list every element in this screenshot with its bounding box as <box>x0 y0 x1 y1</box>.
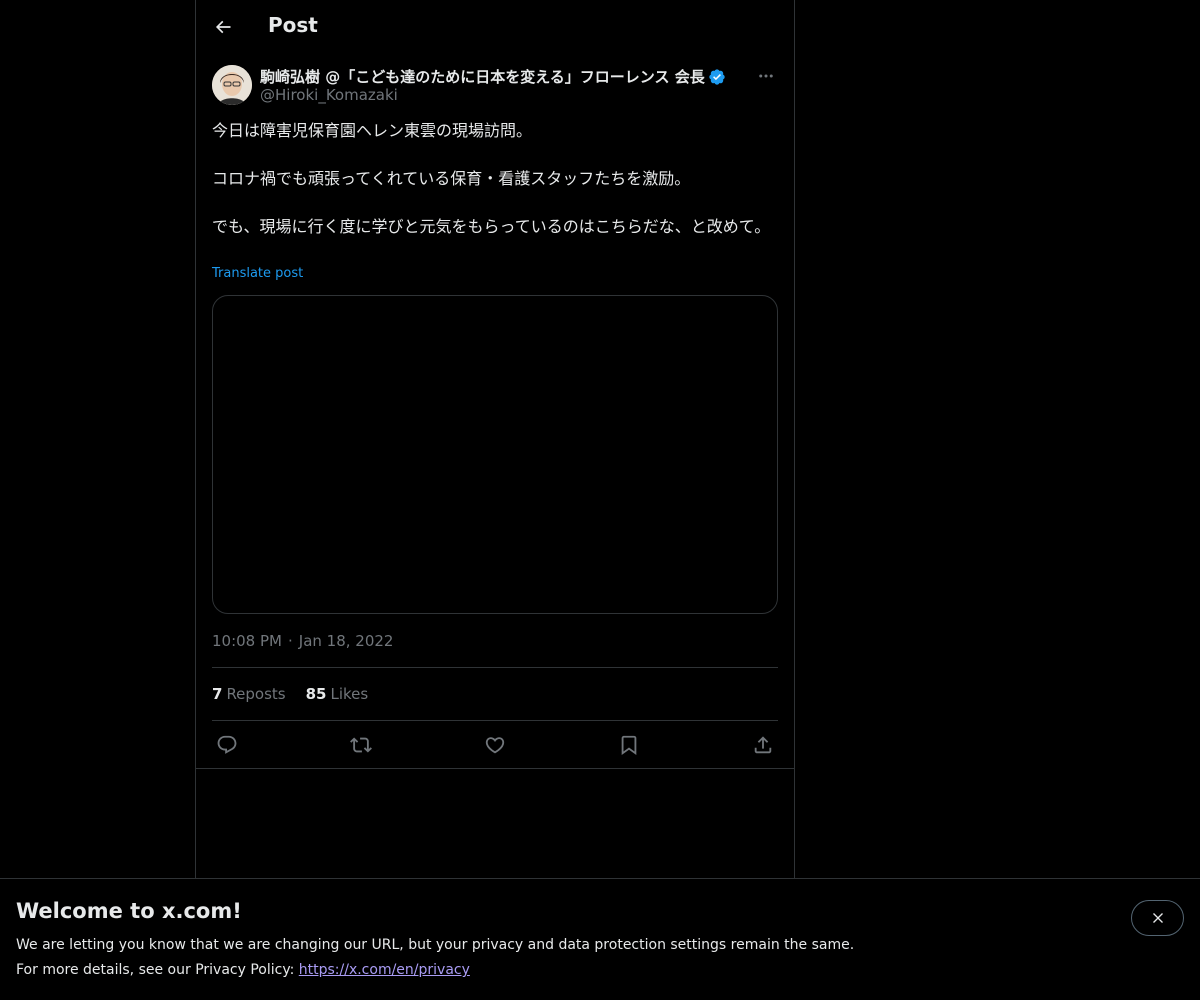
post-line: でも、現場に行く度に学びと元気をもらっているのはこちらだな、と改めて。 <box>212 217 771 236</box>
bookmark-icon <box>621 735 637 756</box>
repost-icon <box>350 737 372 753</box>
repost-button[interactable] <box>347 731 375 759</box>
reposts-stat[interactable]: 7 Reposts <box>212 685 286 703</box>
bookmark-button[interactable] <box>615 731 643 759</box>
back-arrow-icon <box>215 20 231 34</box>
banner-details: For more details, see our Privacy Policy… <box>16 962 470 978</box>
share-icon <box>754 736 772 754</box>
divider <box>196 768 794 769</box>
handle[interactable]: @Hiroki_Komazaki <box>260 86 398 104</box>
avatar-image <box>212 65 252 105</box>
likes-count: 85 <box>305 685 327 703</box>
share-button[interactable] <box>749 731 777 759</box>
close-icon <box>1152 913 1163 923</box>
welcome-banner: Welcome to x.com! We are letting you kno… <box>0 878 1200 1000</box>
likes-stat[interactable]: 85 Likes <box>306 685 369 703</box>
back-button[interactable] <box>206 10 240 44</box>
reply-button[interactable] <box>213 731 241 759</box>
post-line: 今日は障害児保育園ヘレン東雲の現場訪問。 <box>212 121 533 140</box>
more-icon <box>759 74 773 78</box>
author-row: 駒崎弘樹 @「こども達のために日本を変える」フローレンス 会長 @Hiroki_… <box>212 64 778 108</box>
display-name[interactable]: 駒崎弘樹 @「こども達のために日本を変える」フローレンス 会長 <box>260 66 705 87</box>
reply-icon <box>217 735 237 754</box>
like-icon <box>485 737 505 754</box>
main-column: Post 駒崎弘樹 @「こども達のために日本を変える」フローレンス 会長 @Hi… <box>195 0 795 1000</box>
banner-message: We are letting you know that we are chan… <box>16 937 855 953</box>
translate-post-link[interactable]: Translate post <box>212 266 303 281</box>
reposts-label: Reposts <box>226 685 286 703</box>
post-text: 今日は障害児保育園ヘレン東雲の現場訪問。 コロナ禍でも頑張ってくれている保育・看… <box>212 119 778 239</box>
verified-badge-icon <box>709 68 725 85</box>
display-name-wrap[interactable]: 駒崎弘樹 @「こども達のために日本を変える」フローレンス 会長 <box>260 66 726 87</box>
timestamp[interactable]: 10:08 PM · Jan 18, 2022 <box>212 632 393 650</box>
avatar[interactable] <box>212 65 252 105</box>
banner-details-text: For more details, see our Privacy Policy… <box>16 962 299 978</box>
banner-title: Welcome to x.com! <box>16 899 242 923</box>
post-date[interactable]: Jan 18, 2022 <box>299 632 394 650</box>
more-options-button[interactable] <box>754 64 778 88</box>
post-time[interactable]: 10:08 PM <box>212 632 282 650</box>
likes-label: Likes <box>330 685 369 703</box>
engagement-stats: 7 Reposts 85 Likes <box>212 685 368 703</box>
header: Post <box>196 0 794 54</box>
privacy-policy-link[interactable]: https://x.com/en/privacy <box>299 962 470 978</box>
like-button[interactable] <box>481 731 509 759</box>
divider <box>212 667 778 668</box>
reposts-count: 7 <box>212 685 223 703</box>
close-banner-button[interactable] <box>1131 900 1184 936</box>
page-title: Post <box>268 13 318 37</box>
media-container[interactable] <box>212 295 778 614</box>
action-bar <box>212 731 778 759</box>
divider <box>212 720 778 721</box>
post-line: コロナ禍でも頑張ってくれている保育・看護スタッフたちを激励。 <box>212 169 691 188</box>
timestamp-separator: · <box>287 632 293 650</box>
